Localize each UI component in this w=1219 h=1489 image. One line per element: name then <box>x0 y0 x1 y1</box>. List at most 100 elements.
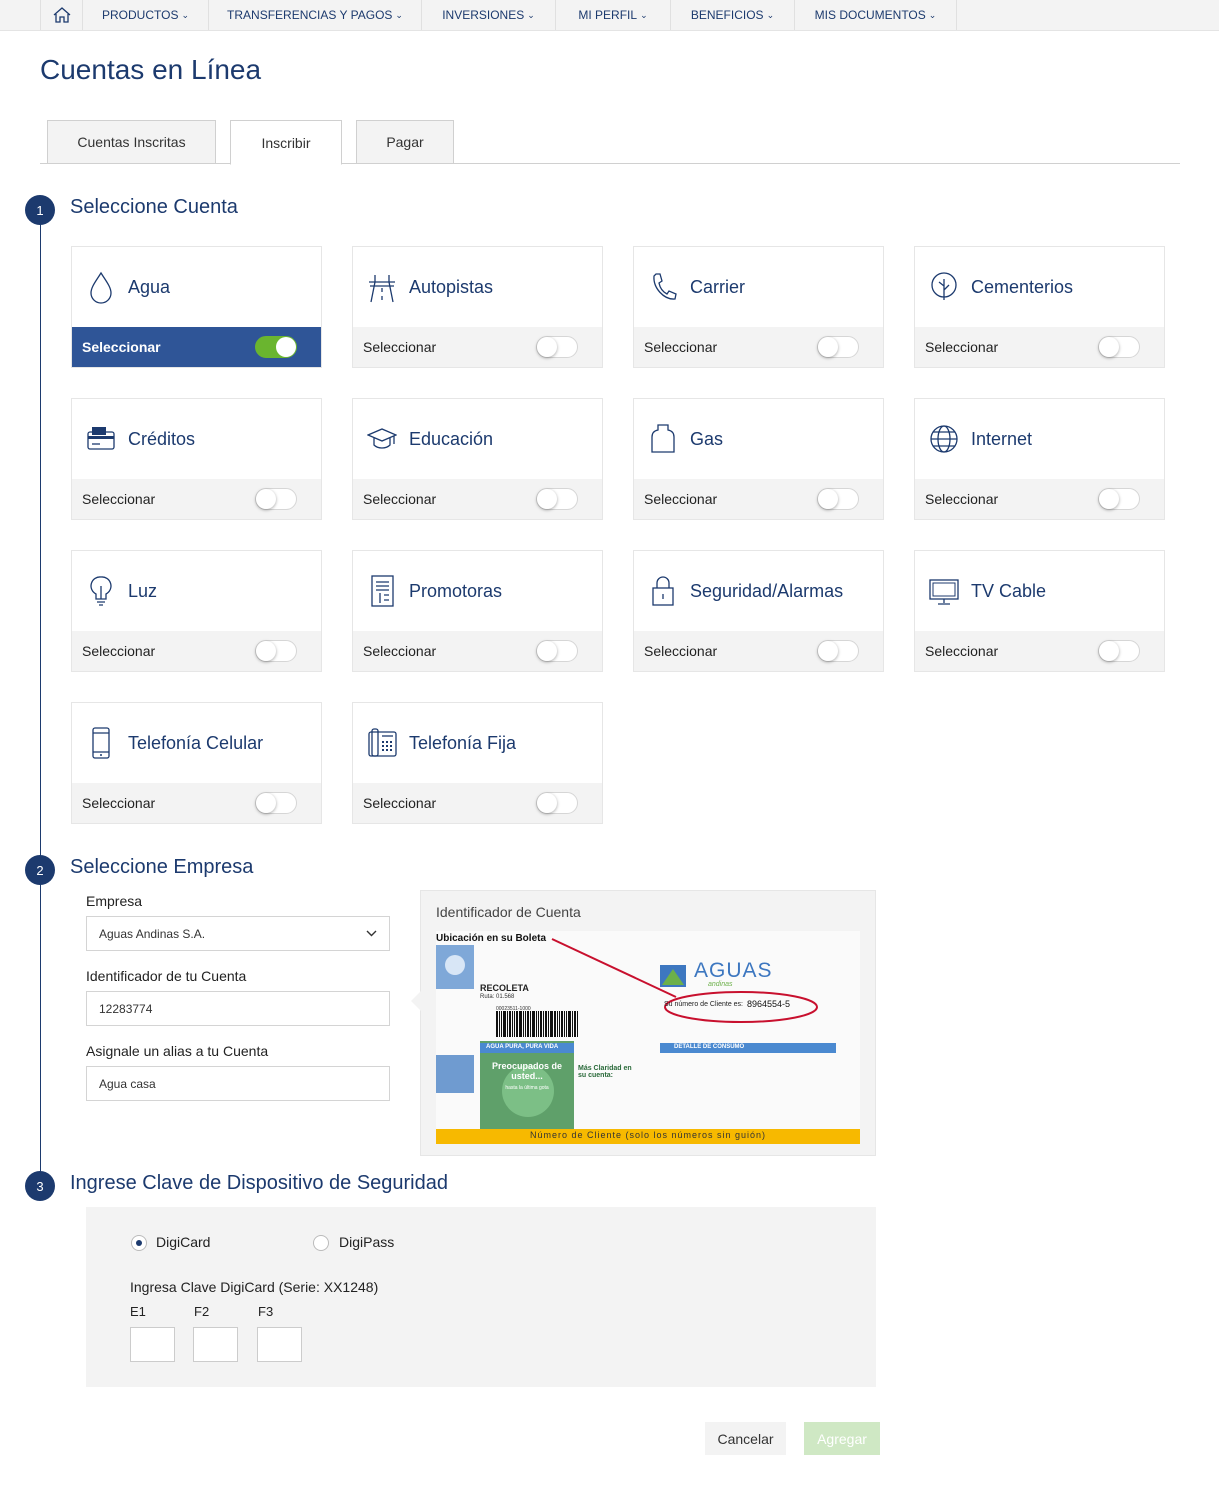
category-select-row: Seleccionar <box>915 631 1164 671</box>
category-select-row: Seleccionar <box>634 631 883 671</box>
select-toggle[interactable] <box>1098 640 1140 662</box>
category-card[interactable]: Gas Seleccionar <box>633 398 884 520</box>
bill-illustration <box>436 938 860 1144</box>
tab-bar: Cuentas Inscritas Inscribir Pagar <box>40 120 1180 165</box>
bill-promo-sub: hasta la última gota <box>505 1085 549 1091</box>
barcode-bar <box>523 1011 524 1037</box>
select-toggle[interactable] <box>536 336 578 358</box>
category-card[interactable]: Seguridad/Alarmas Seleccionar <box>633 550 884 672</box>
coord-input-3[interactable] <box>257 1327 302 1362</box>
category-select-row: Seleccionar <box>915 479 1164 519</box>
barcode-bar <box>554 1011 556 1037</box>
home-icon <box>53 7 70 23</box>
barcode-bar <box>566 1011 567 1037</box>
category-card[interactable]: Créditos Seleccionar <box>71 398 322 520</box>
bill-ruta: Ruta: 01.568 <box>480 994 515 1000</box>
nav-mi-perfil[interactable]: MI PERFIL ⌄ <box>556 0 671 30</box>
step-number-2: 2 <box>25 855 55 885</box>
select-toggle[interactable] <box>817 640 859 662</box>
tv-monitor-icon <box>929 579 959 605</box>
select-toggle[interactable] <box>817 488 859 510</box>
account-id-label: Identificador de tu Cuenta <box>86 968 247 984</box>
digicard-label: DigiCard <box>156 1234 211 1250</box>
alias-input[interactable]: Agua casa <box>86 1066 390 1101</box>
barcode-bar <box>514 1011 515 1037</box>
select-label: Seleccionar <box>363 339 437 355</box>
category-card[interactable]: Promotoras Seleccionar <box>352 550 603 672</box>
nav-transferencias[interactable]: TRANSFERENCIAS Y PAGOS ⌄ <box>209 0 422 30</box>
barcode-bar <box>577 1011 578 1037</box>
toggle-knob <box>537 337 557 357</box>
barcode-bar <box>516 1011 518 1037</box>
barcode-bar <box>496 1011 498 1037</box>
category-label: Telefonía Celular <box>128 732 264 753</box>
category-card[interactable]: Telefonía Fija Seleccionar <box>352 702 603 824</box>
select-label: Seleccionar <box>925 339 999 355</box>
digipass-radio[interactable] <box>313 1235 329 1251</box>
nav-label: BENEFICIOS <box>690 8 764 22</box>
empresa-select[interactable]: Aguas Andinas S.A. <box>86 916 390 951</box>
coord-input-2[interactable] <box>193 1327 238 1362</box>
barcode-bar <box>561 1011 563 1037</box>
nav-beneficios[interactable]: BENEFICIOS ⌄ <box>671 0 795 30</box>
tab-inscribir[interactable]: Inscribir <box>230 120 342 165</box>
cancel-button[interactable]: Cancelar <box>705 1422 786 1455</box>
barcode-bar <box>509 1011 511 1037</box>
toggle-knob <box>818 489 838 509</box>
select-toggle[interactable] <box>255 488 297 510</box>
account-identifier-help: Identificador de Cuenta Ubicación en su … <box>411 890 876 1156</box>
select-toggle[interactable] <box>255 792 297 814</box>
category-label: Luz <box>128 580 158 601</box>
category-card[interactable]: Luz Seleccionar <box>71 550 322 672</box>
nav-inversiones[interactable]: INVERSIONES ⌄ <box>422 0 556 30</box>
category-label: Créditos <box>128 428 196 449</box>
category-card[interactable]: Carrier Seleccionar <box>633 246 884 368</box>
chevron-down-icon <box>366 930 377 937</box>
nav-productos[interactable]: PRODUCTOS ⌄ <box>83 0 209 30</box>
tab-cuentas-inscritas[interactable]: Cuentas Inscritas <box>47 120 216 164</box>
select-label: Seleccionar <box>644 643 718 659</box>
category-card-header: Telefonía Celular <box>72 703 321 783</box>
coord-input-1[interactable] <box>130 1327 175 1362</box>
category-select-row: Seleccionar <box>72 327 321 367</box>
category-card[interactable]: Autopistas Seleccionar <box>352 246 603 368</box>
credit-card-icon <box>87 427 115 450</box>
nav-mis-documentos[interactable]: MIS DOCUMENTOS ⌄ <box>795 0 957 30</box>
digicard-radio[interactable] <box>131 1235 147 1251</box>
category-card-header: Gas <box>634 399 883 479</box>
category-select-row: Seleccionar <box>634 479 883 519</box>
account-id-input[interactable]: 12283774 <box>86 991 390 1026</box>
barcode-bar <box>527 1011 529 1037</box>
select-toggle[interactable] <box>1098 336 1140 358</box>
barcode-bar <box>507 1011 508 1037</box>
select-toggle[interactable] <box>255 336 297 358</box>
category-card[interactable]: Internet Seleccionar <box>914 398 1165 520</box>
category-card-header: Luz <box>72 551 321 631</box>
toggle-knob <box>537 489 557 509</box>
category-select-row: Seleccionar <box>353 783 602 823</box>
select-toggle[interactable] <box>536 640 578 662</box>
nav-label: MI PERFIL <box>578 8 638 22</box>
select-toggle[interactable] <box>817 336 859 358</box>
select-toggle[interactable] <box>536 792 578 814</box>
category-card[interactable]: Agua Seleccionar <box>71 246 322 368</box>
home-button[interactable] <box>40 0 83 30</box>
category-card[interactable]: Educación Seleccionar <box>352 398 603 520</box>
category-label: Telefonía Fija <box>409 732 517 753</box>
category-card[interactable]: Cementerios Seleccionar <box>914 246 1165 368</box>
select-toggle[interactable] <box>255 640 297 662</box>
category-label: Autopistas <box>409 276 494 297</box>
add-button[interactable]: Agregar <box>804 1422 880 1455</box>
bill-brand: AGUAS <box>694 959 773 982</box>
nav-label: PRODUCTOS <box>102 8 179 22</box>
select-toggle[interactable] <box>1098 488 1140 510</box>
barcode-bar <box>572 1011 573 1037</box>
tab-pagar[interactable]: Pagar <box>356 120 454 164</box>
select-toggle[interactable] <box>536 488 578 510</box>
highway-icon <box>369 275 395 303</box>
category-card[interactable]: TV Cable Seleccionar <box>914 550 1165 672</box>
category-card[interactable]: Telefonía Celular Seleccionar <box>71 702 322 824</box>
empresa-select-value: Aguas Andinas S.A. <box>99 926 206 941</box>
barcode-bar <box>548 1011 549 1037</box>
toggle-knob <box>1099 489 1119 509</box>
